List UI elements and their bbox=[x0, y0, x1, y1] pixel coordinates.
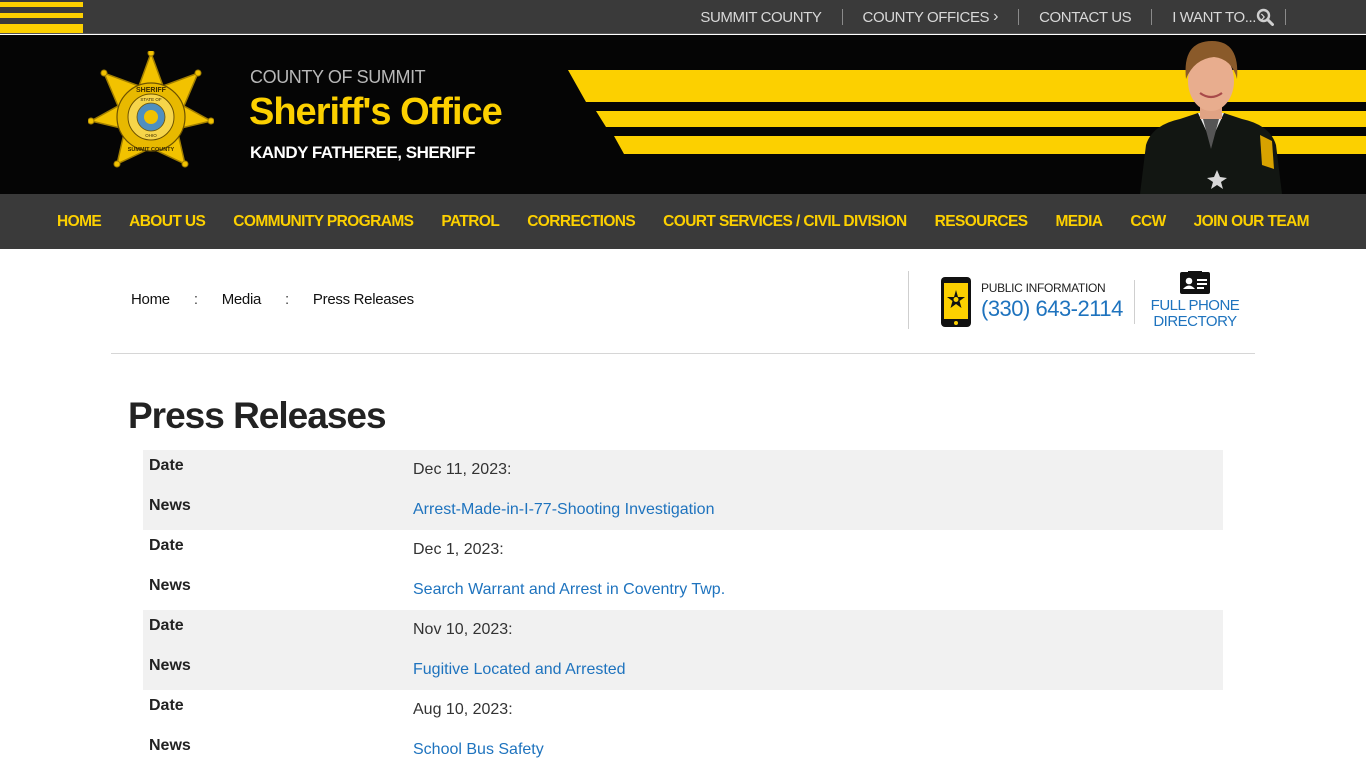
badge-ohio-text: OHIO bbox=[145, 133, 157, 138]
nav-home[interactable]: HOME bbox=[43, 213, 115, 231]
breadcrumb-home[interactable]: Home bbox=[131, 291, 170, 308]
directory-card-icon[interactable] bbox=[1179, 271, 1211, 295]
divider bbox=[908, 271, 909, 329]
release-date: Dec 1, 2023: bbox=[413, 541, 504, 558]
chevron-right-icon: › bbox=[993, 8, 999, 25]
org-title[interactable]: Sheriff's Office bbox=[249, 91, 503, 134]
topnav-label: SUMMIT COUNTY bbox=[700, 8, 822, 26]
topnav-label: CONTACT US bbox=[1039, 8, 1132, 26]
phone-icon bbox=[941, 277, 971, 327]
search-icon[interactable] bbox=[1256, 8, 1274, 26]
release-link[interactable]: School Bus Safety bbox=[413, 741, 544, 759]
nav-ccw[interactable]: CCW bbox=[1116, 213, 1179, 231]
breadcrumb-media[interactable]: Media bbox=[222, 291, 262, 308]
sheriff-portrait bbox=[1140, 41, 1282, 194]
date-label: Date bbox=[149, 697, 184, 714]
divider bbox=[1134, 280, 1135, 324]
topnav-label: COUNTY OFFICES bbox=[862, 8, 990, 26]
news-label: News bbox=[149, 497, 191, 514]
public-info-phone-link[interactable]: (330) 643-2114 bbox=[981, 296, 1123, 322]
news-label: News bbox=[149, 577, 191, 594]
breadcrumb: Home : Media : Press Releases bbox=[131, 291, 414, 308]
breadcrumb-separator: : bbox=[193, 291, 198, 308]
press-release-row: Date Dec 1, 2023: News Search Warrant an… bbox=[143, 530, 1223, 610]
date-label: Date bbox=[149, 537, 184, 554]
divider bbox=[111, 353, 1255, 354]
badge-county-text: SUMMIT COUNTY bbox=[128, 147, 175, 153]
page-title: Press Releases bbox=[128, 395, 387, 436]
nav-join-our-team[interactable]: JOIN OUR TEAM bbox=[1180, 213, 1323, 231]
full-phone-directory-link[interactable]: FULL PHONE DIRECTORY bbox=[1145, 298, 1245, 330]
release-link[interactable]: Arrest-Made-in-I-77-Shooting Investigati… bbox=[413, 501, 714, 519]
divider bbox=[1285, 9, 1286, 25]
site-header: SHERIFF SUMMIT COUNTY STATE OF OHIO COUN… bbox=[0, 35, 1366, 194]
release-date: Aug 10, 2023: bbox=[413, 701, 513, 718]
nav-community-programs[interactable]: COMMUNITY PROGRAMS bbox=[219, 213, 427, 231]
nav-patrol[interactable]: PATROL bbox=[427, 213, 513, 231]
news-label: News bbox=[149, 657, 191, 674]
date-label: Date bbox=[149, 617, 184, 634]
release-link[interactable]: Fugitive Located and Arrested bbox=[413, 661, 626, 679]
press-release-row: Date Dec 11, 2023: News Arrest-Made-in-I… bbox=[143, 450, 1223, 530]
public-info-label: PUBLIC INFORMATION bbox=[981, 281, 1106, 295]
topnav-summit-county[interactable]: SUMMIT COUNTY bbox=[680, 9, 841, 26]
nav-resources[interactable]: RESOURCES bbox=[921, 213, 1042, 231]
nav-media[interactable]: MEDIA bbox=[1041, 213, 1116, 231]
badge-state-text: STATE OF bbox=[140, 97, 162, 102]
utility-nav: SUMMIT COUNTY COUNTY OFFICES › CONTACT US… bbox=[680, 0, 1286, 34]
org-subtitle: COUNTY OF SUMMIT bbox=[250, 67, 426, 87]
badge-sheriff-text: SHERIFF bbox=[136, 87, 167, 94]
date-label: Date bbox=[149, 457, 184, 474]
topnav-label: I WANT TO... bbox=[1172, 8, 1257, 26]
press-release-list: Date Dec 11, 2023: News Arrest-Made-in-I… bbox=[143, 450, 1223, 770]
release-date: Nov 10, 2023: bbox=[413, 621, 513, 638]
sheriff-name: KANDY FATHEREE, SHERIFF bbox=[250, 143, 475, 162]
brand-stripes bbox=[0, 0, 83, 34]
release-date: Dec 11, 2023: bbox=[413, 461, 512, 478]
breadcrumb-separator: : bbox=[285, 291, 289, 308]
nav-court-services[interactable]: COURT SERVICES / CIVIL DIVISION bbox=[649, 213, 921, 231]
press-release-row: Date Aug 10, 2023: News School Bus Safet… bbox=[143, 690, 1223, 770]
release-link[interactable]: Search Warrant and Arrest in Coventry Tw… bbox=[413, 581, 725, 599]
nav-corrections[interactable]: CORRECTIONS bbox=[513, 213, 649, 231]
news-label: News bbox=[149, 737, 191, 754]
breadcrumb-current: Press Releases bbox=[312, 291, 414, 308]
press-release-row: Date Nov 10, 2023: News Fugitive Located… bbox=[143, 610, 1223, 690]
sheriff-badge-logo[interactable]: SHERIFF SUMMIT COUNTY STATE OF OHIO bbox=[88, 51, 214, 175]
main-nav: HOME ABOUT US COMMUNITY PROGRAMS PATROL … bbox=[0, 194, 1366, 249]
utility-bar: SUMMIT COUNTY COUNTY OFFICES › CONTACT US… bbox=[0, 0, 1366, 34]
topnav-contact-us[interactable]: CONTACT US bbox=[1019, 9, 1151, 26]
nav-about-us[interactable]: ABOUT US bbox=[115, 213, 219, 231]
topnav-county-offices[interactable]: COUNTY OFFICES › bbox=[843, 8, 1019, 26]
